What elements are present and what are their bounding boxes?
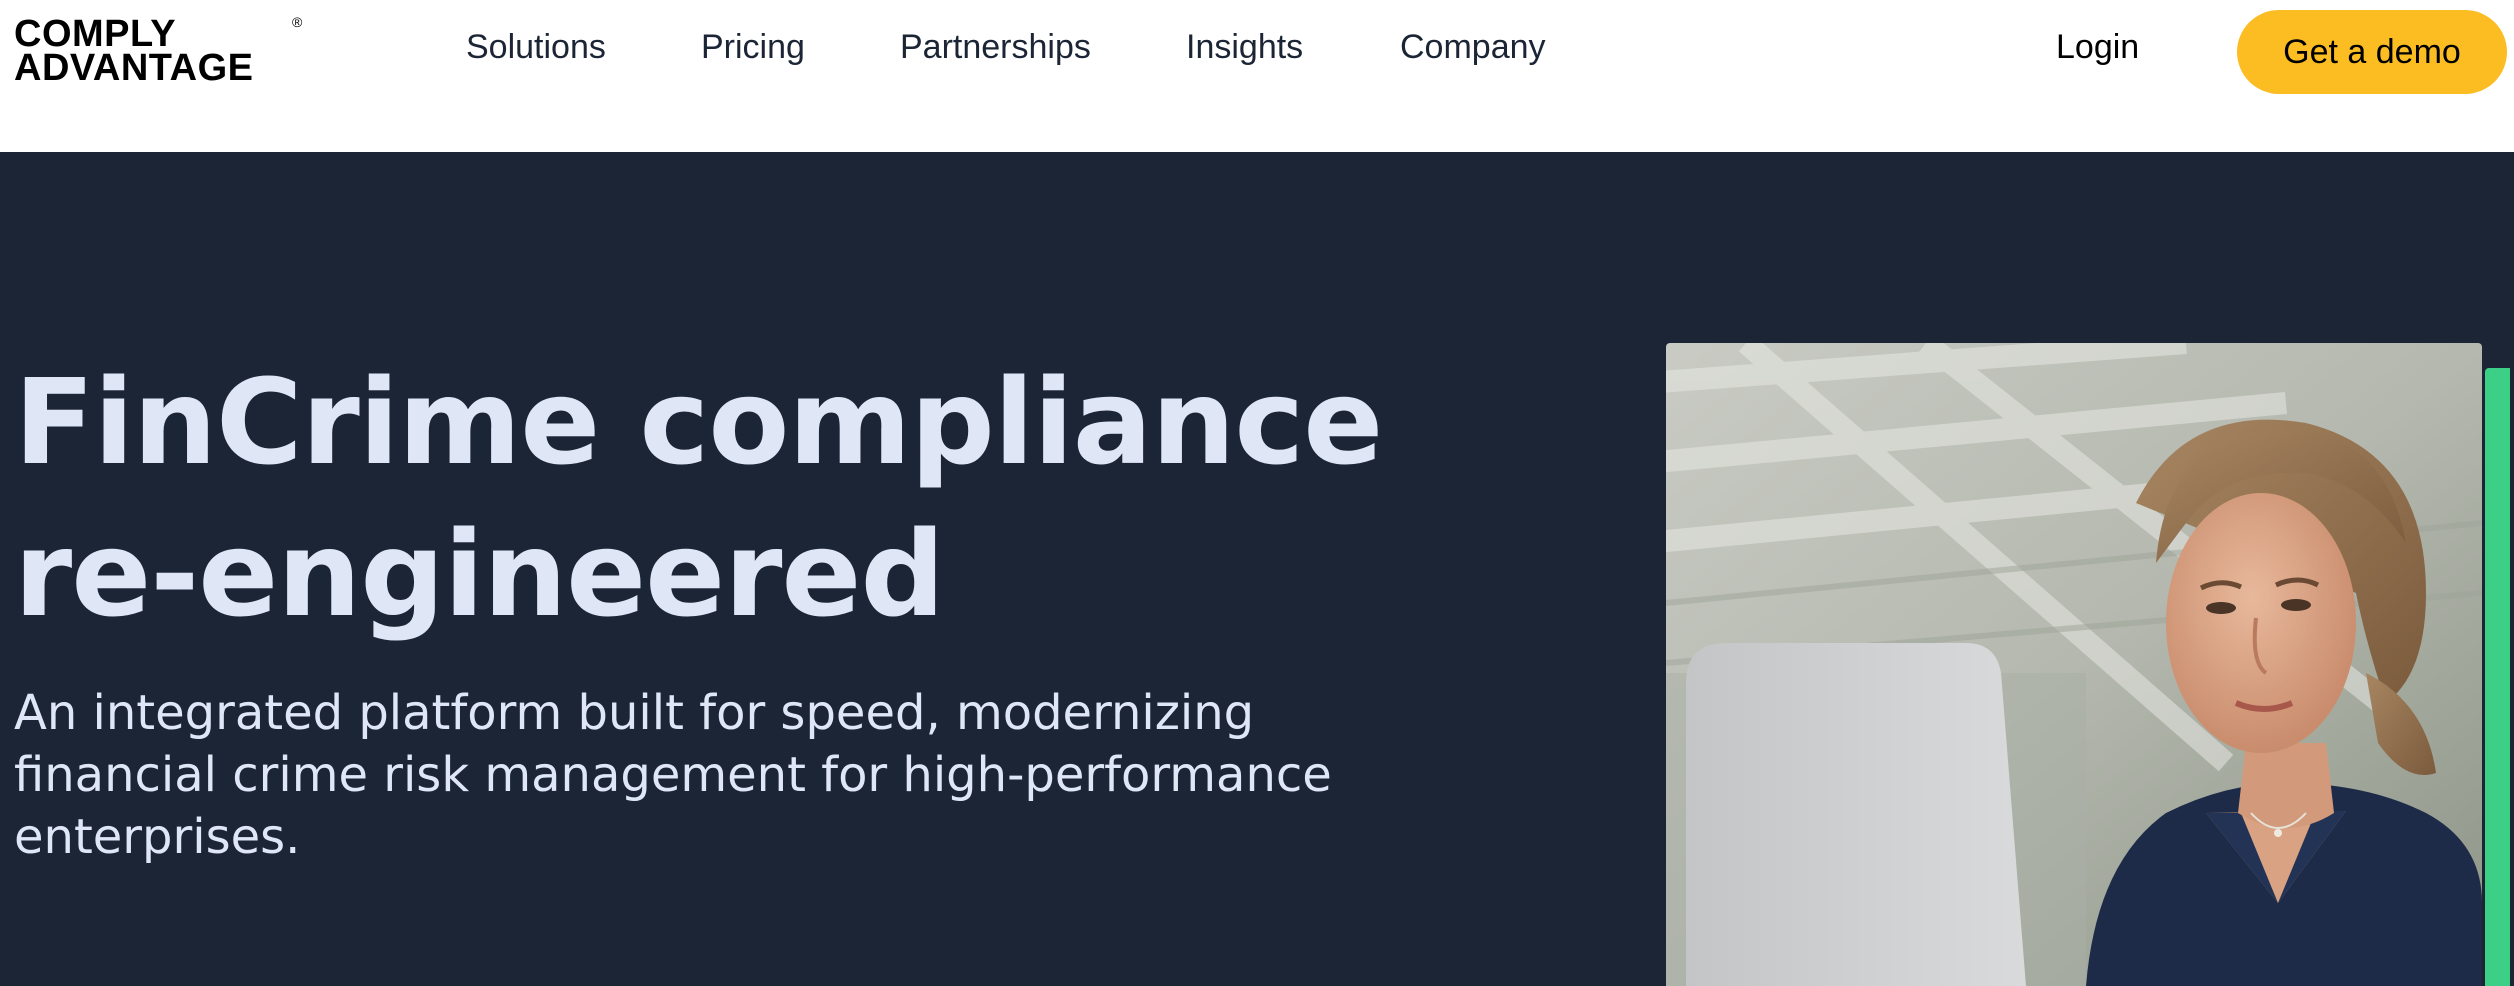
nav-pricing[interactable]: Pricing [701,28,805,67]
hero-title-line-1: FinCrime compliance [14,353,1383,491]
site-header: COMPLY ADVANTAGE ® Solutions Pricing Par… [0,0,2514,152]
hero-title-line-2: re-engineered [14,505,945,643]
hero-title: FinCrime compliance re-engineered [14,346,1383,650]
get-a-demo-button[interactable]: Get a demo [2237,10,2507,94]
nav-partnerships[interactable]: Partnerships [900,28,1091,67]
hero-subtitle: An integrated platform built for speed, … [14,685,1332,865]
hero-photo-woman-at-laptop [1666,343,2482,986]
registered-mark: ® [292,14,303,30]
nav-solutions[interactable]: Solutions [466,28,606,67]
logo-line-1: COMPLY [14,13,177,55]
logo-line-2: ADVANTAGE [14,47,254,89]
nav-company[interactable]: Company [1400,28,1546,67]
accent-bar [2485,368,2510,986]
nav-insights[interactable]: Insights [1186,28,1303,67]
comply-advantage-logo[interactable]: COMPLY ADVANTAGE ® [14,13,302,89]
login-link[interactable]: Login [2056,28,2139,67]
